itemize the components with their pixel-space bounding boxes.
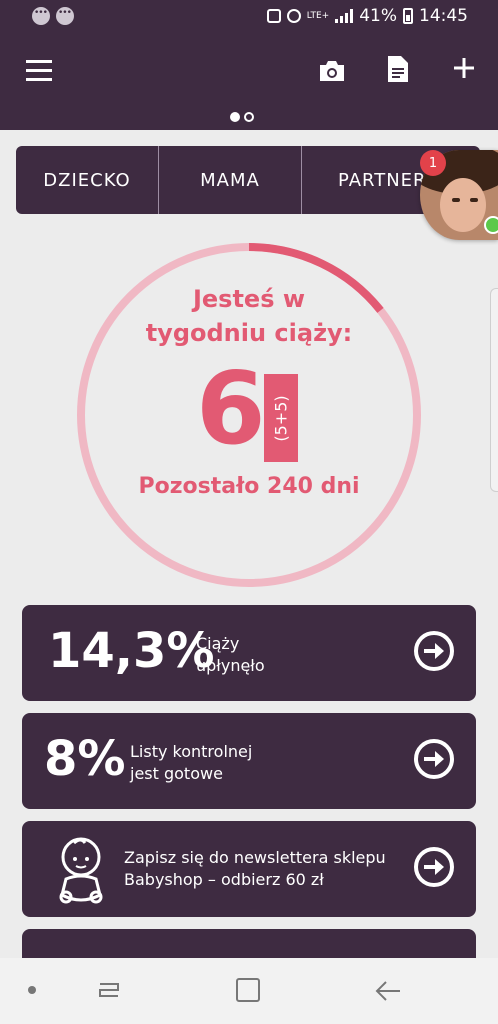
home-icon[interactable] bbox=[236, 978, 260, 1002]
system-nav-bar bbox=[0, 958, 498, 1024]
checklist-value: 8% bbox=[44, 731, 126, 787]
progress-card[interactable]: 14,3% Ciąży upłynęło bbox=[22, 605, 476, 701]
card-text-line: Babyshop – odbierz 60 zł bbox=[124, 870, 324, 889]
document-icon[interactable] bbox=[388, 56, 408, 82]
week-detail: (5+5) bbox=[264, 374, 298, 462]
progress-desc: Ciąży upłynęło bbox=[196, 633, 265, 677]
notification-icons bbox=[32, 7, 74, 25]
tab-dziecko[interactable]: DZIECKO bbox=[16, 146, 159, 214]
week-number: 6 bbox=[196, 350, 266, 467]
newsletter-card[interactable]: Zapisz się do newslettera sklepu Babysho… bbox=[22, 821, 476, 917]
baby-icon bbox=[59, 837, 103, 904]
side-drawer-handle[interactable] bbox=[490, 288, 498, 492]
pregnancy-title: Jesteś w tygodniu ciąży: bbox=[76, 282, 422, 350]
card-text-line: Ciąży bbox=[196, 634, 240, 653]
title-line-2: tygodniu ciąży: bbox=[145, 319, 353, 347]
status-bar: LTE+ 41% 14:45 bbox=[0, 0, 498, 32]
title-line-1: Jesteś w bbox=[192, 285, 306, 313]
back-icon[interactable] bbox=[374, 978, 402, 1004]
signal-icon bbox=[335, 9, 354, 23]
menu-icon[interactable] bbox=[26, 60, 52, 82]
newsletter-desc: Zapisz się do newslettera sklepu Babysho… bbox=[124, 847, 386, 891]
card-text-line: Listy kontrolnej bbox=[130, 742, 253, 761]
battery-level: 41% bbox=[359, 6, 397, 26]
pregnancy-summary: Jesteś w tygodniu ciąży: 6 (5+5) Pozosta… bbox=[76, 242, 422, 588]
tab-mama[interactable]: MAMA bbox=[159, 146, 302, 214]
checklist-desc: Listy kontrolnej jest gotowe bbox=[130, 741, 252, 785]
progress-value: 14,3% bbox=[48, 623, 215, 679]
app-bar bbox=[0, 32, 498, 130]
card-text-line: Zapisz się do newslettera sklepu bbox=[124, 848, 386, 867]
card-text-line: jest gotowe bbox=[130, 764, 223, 783]
clock: 14:45 bbox=[419, 6, 468, 26]
week-detail-text: (5+5) bbox=[271, 394, 291, 442]
arrow-right-circle-icon[interactable] bbox=[414, 631, 454, 671]
camera-icon[interactable] bbox=[318, 60, 346, 82]
card-text-line: upłynęło bbox=[196, 656, 265, 675]
alarm-icon bbox=[286, 9, 301, 23]
message-icon bbox=[32, 7, 50, 25]
days-remaining: Pozostało 240 dni bbox=[138, 474, 360, 499]
page-dot-active[interactable] bbox=[230, 112, 240, 122]
tab-bar: DZIECKO MAMA PARTNER bbox=[16, 146, 480, 214]
arrow-right-circle-icon[interactable] bbox=[414, 739, 454, 779]
recent-apps-icon[interactable] bbox=[96, 978, 122, 1004]
plus-icon[interactable] bbox=[452, 56, 476, 80]
battery-icon bbox=[403, 8, 413, 24]
online-indicator bbox=[484, 216, 498, 234]
arrow-right-circle-icon[interactable] bbox=[414, 847, 454, 887]
nav-dot[interactable] bbox=[28, 986, 36, 994]
lock-icon bbox=[266, 9, 281, 23]
message-icon bbox=[56, 7, 74, 25]
checklist-card[interactable]: 8% Listy kontrolnej jest gotowe bbox=[22, 713, 476, 809]
page-indicator bbox=[230, 112, 254, 122]
status-right: LTE+ 41% 14:45 bbox=[266, 6, 468, 26]
notification-badge: 1 bbox=[420, 150, 446, 176]
page-dot[interactable] bbox=[244, 112, 254, 122]
network-type: LTE+ bbox=[306, 11, 330, 21]
